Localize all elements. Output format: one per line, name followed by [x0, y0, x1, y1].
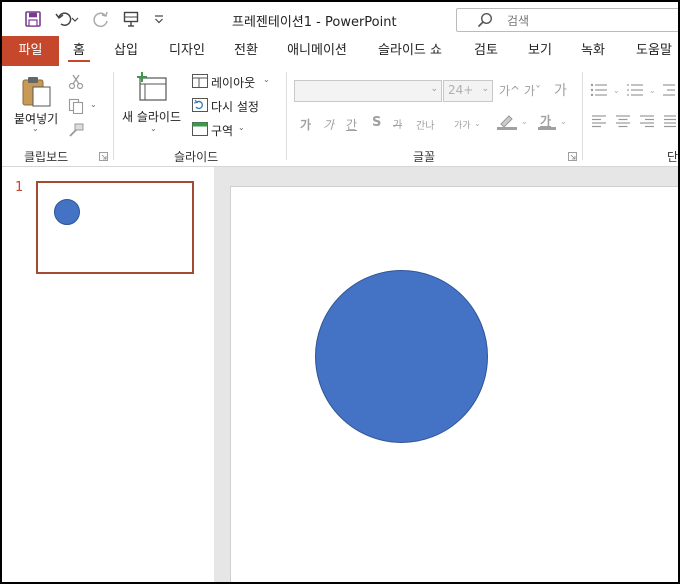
ribbon-tabs: 파일 홈 삽입 디자인 전환 애니메이션 슬라이드 쇼 검토 보기 녹화 도움말 [2, 36, 678, 66]
customize-icon [155, 15, 163, 24]
copy-dropdown-icon[interactable]: ⌄ [90, 100, 97, 109]
slide-thumbnail[interactable] [36, 181, 194, 274]
bullets-dropdown-icon[interactable]: ⌄ [613, 86, 620, 95]
present-from-beginning-button[interactable] [120, 8, 142, 30]
bullets-icon[interactable] [590, 83, 608, 97]
underline-button[interactable]: 간 [346, 116, 357, 133]
powerpoint-window: 프레젠테이션1 - PowerPoint 검색 파일 홈 삽입 디자인 전환 애… [0, 0, 680, 584]
reset-button[interactable]: 다시 설정 [190, 96, 274, 116]
present-icon [123, 11, 139, 27]
format-painter-icon[interactable] [68, 122, 84, 138]
group-label-slides: 슬라이드 [174, 150, 219, 164]
undo-button[interactable] [52, 8, 82, 30]
reset-label: 다시 설정 [211, 100, 259, 114]
new-slide-label: 새 슬라이드 [122, 110, 182, 124]
shrink-font-button[interactable]: 가ˇ [524, 82, 541, 99]
thumbnail-circle-shape [54, 199, 80, 225]
tab-help[interactable]: 도움말 [626, 36, 678, 66]
strikethrough-button[interactable]: 가 [393, 116, 402, 131]
shadow-button[interactable]: S [372, 115, 381, 130]
group-label-font: 글꼴 [413, 150, 436, 164]
copy-icon[interactable] [68, 98, 84, 114]
clear-formatting-button[interactable]: 가 [554, 80, 567, 100]
tab-file[interactable]: 파일 [2, 36, 59, 66]
paste-dropdown-icon: ⌄ [32, 124, 39, 133]
layout-label: 레이아웃 [211, 76, 256, 90]
char-spacing-button[interactable]: 간나 [416, 117, 434, 132]
group-label-paragraph: 단 [667, 150, 679, 164]
title-bar: 프레젠테이션1 - PowerPoint 검색 [2, 2, 678, 36]
group-label-clipboard: 클립보드 [24, 150, 69, 164]
new-slide-icon [137, 72, 167, 101]
font-launcher-icon[interactable] [568, 152, 577, 161]
ribbon-separator [113, 72, 114, 160]
clipboard-launcher-icon[interactable] [99, 152, 108, 161]
tab-home[interactable]: 홈 [62, 36, 96, 66]
change-case-button[interactable]: 가가 [454, 118, 471, 131]
font-color-dropdown-icon: ⌄ [560, 117, 567, 126]
tab-design[interactable]: 디자인 [159, 36, 215, 66]
section-icon [192, 122, 208, 136]
section-dropdown-icon: ⌄ [238, 123, 245, 132]
new-slide-dropdown-icon: ⌄ [150, 124, 157, 133]
search-placeholder: 검색 [507, 14, 530, 28]
redo-button[interactable] [90, 8, 112, 30]
font-name-combo[interactable]: ⌄ [294, 80, 442, 102]
tab-transitions[interactable]: 전환 [224, 36, 268, 66]
paste-button[interactable]: 붙여넣기 ⌄ [10, 72, 62, 138]
circle-shape[interactable] [315, 270, 488, 443]
search-icon [477, 12, 493, 28]
align-left-icon[interactable] [591, 114, 607, 128]
undo-icon [55, 12, 79, 26]
layout-dropdown-icon: ⌄ [263, 75, 270, 84]
font-name-dropdown-icon: ⌄ [430, 84, 438, 94]
indent-icon[interactable] [662, 83, 676, 97]
numbering-dropdown-icon[interactable]: ⌄ [649, 86, 656, 95]
numbering-icon[interactable] [626, 83, 644, 97]
save-button[interactable] [22, 8, 44, 30]
layout-button[interactable]: 레이아웃 ⌄ [190, 72, 274, 92]
tab-slideshow[interactable]: 슬라이드 쇼 [370, 36, 450, 66]
italic-button[interactable]: 가 [323, 116, 334, 133]
tab-review[interactable]: 검토 [464, 36, 508, 66]
tab-record[interactable]: 녹화 [571, 36, 615, 66]
layout-icon [192, 74, 208, 88]
highlight-color-button[interactable]: ⌄ [497, 112, 537, 132]
font-size-value: 24+ [448, 83, 474, 97]
font-size-combo[interactable]: 24+ ⌄ [443, 80, 493, 102]
grow-font-button[interactable]: 가^ [499, 82, 520, 99]
ribbon-home: 붙여넣기 ⌄ ⌄ 클립보드 새 슬라이드 ⌄ 레이아웃 ⌄ 다시 설정 구역 ⌄… [2, 66, 678, 167]
tab-insert[interactable]: 삽입 [105, 36, 147, 66]
section-button[interactable]: 구역 ⌄ [190, 120, 274, 140]
window-title: 프레젠테이션1 - PowerPoint [232, 15, 397, 30]
highlight-dropdown-icon: ⌄ [521, 117, 528, 126]
search-box[interactable]: 검색 [456, 8, 678, 32]
tab-animations[interactable]: 애니메이션 [277, 36, 357, 66]
redo-icon [93, 11, 108, 27]
save-icon [25, 11, 41, 27]
font-color-swatch [538, 127, 556, 130]
ribbon-separator [286, 72, 287, 160]
new-slide-button[interactable]: 새 슬라이드 ⌄ [120, 72, 188, 138]
bold-button[interactable]: 가 [300, 116, 311, 133]
ribbon-separator [582, 72, 583, 160]
align-right-icon[interactable] [639, 114, 655, 128]
slide-thumbnails-pane: 1 [2, 167, 214, 582]
slide-number: 1 [15, 180, 24, 195]
reset-icon [192, 98, 208, 112]
highlighter-icon [497, 115, 517, 130]
tab-view[interactable]: 보기 [518, 36, 562, 66]
font-size-dropdown-icon: ⌄ [481, 84, 489, 94]
section-label: 구역 [211, 124, 234, 138]
paste-icon [22, 77, 51, 107]
customize-qat-button[interactable] [150, 8, 168, 30]
justify-icon[interactable] [663, 114, 677, 128]
font-color-button[interactable]: 가 ⌄ [538, 112, 574, 132]
cut-icon[interactable] [68, 74, 84, 90]
change-case-dropdown-icon[interactable]: ⌄ [474, 119, 481, 128]
align-center-icon[interactable] [615, 114, 631, 128]
